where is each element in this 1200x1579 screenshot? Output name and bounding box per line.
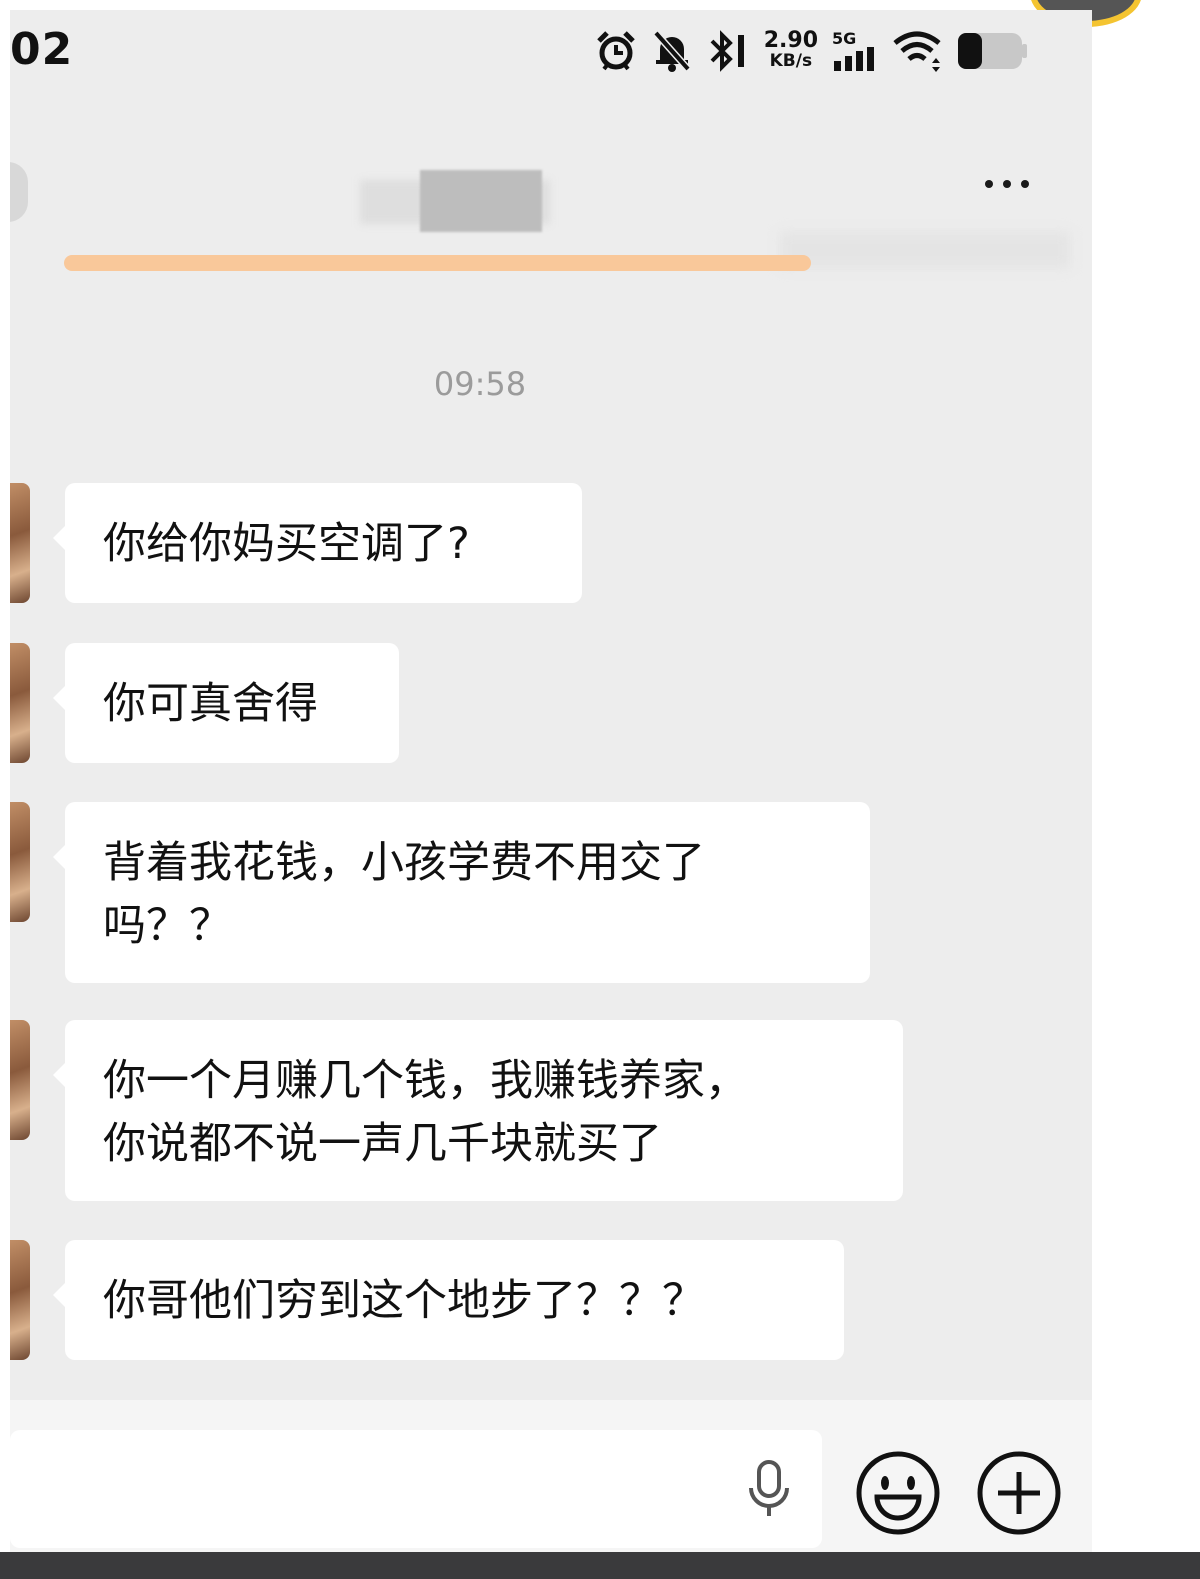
message-timestamp: 09:58 [433,365,527,403]
message-bubble[interactable]: 背着我花钱，小孩学费不用交了 吗？？ [53,802,870,983]
battery-icon [958,33,1027,69]
message-text: 你哥他们穷到这个地步了？？？ [103,1276,705,1326]
message-bubble[interactable]: 你一个月赚几个钱，我赚钱养家， 你说都不说一声几千块就买了 [53,1020,903,1201]
phone-screen: 02 2.90 KB/s 5G 09:58 你给你妈买空调了? 你可真舍得 背着… [10,10,1092,1579]
status-icons: 2.90 KB/s 5G [594,26,1028,76]
status-time: 02 [10,24,74,75]
avatar[interactable] [10,802,30,922]
network-speed-value: 2.90 [763,28,818,53]
message-bubble[interactable]: 你给你妈买空调了? [53,483,582,603]
bottom-edge [0,1552,1200,1579]
signal-indicator: 5G [832,31,878,71]
microphone-icon[interactable] [745,1460,793,1520]
message-text: 吗？？ [103,901,232,951]
network-speed-unit: KB/s [769,51,813,71]
plus-icon[interactable] [976,1450,1062,1536]
message-text: 你一个月赚几个钱，我赚钱养家， [103,1056,748,1106]
status-bar: 02 2.90 KB/s 5G [10,10,1092,90]
more-dots-icon[interactable] [972,164,1042,204]
message-bubble[interactable]: 你可真舍得 [53,643,399,763]
emoji-icon[interactable] [855,1450,941,1536]
mute-icon [653,30,691,72]
message-bubble[interactable]: 你哥他们穷到这个地步了？？？ [53,1240,844,1360]
message-text: 背着我花钱，小孩学费不用交了 [103,838,705,888]
avatar[interactable] [10,1020,30,1140]
message-text: 你说都不说一声几千块就买了 [103,1119,662,1169]
wifi-icon [893,31,941,72]
contact-name-redacted [360,150,610,232]
network-type: 5G [832,29,857,48]
avatar[interactable] [10,483,30,603]
avatar[interactable] [10,643,30,763]
alarm-icon [596,31,635,71]
message-text: 你可真舍得 [103,679,318,729]
header-shadow [780,232,1070,268]
message-text: 你给你妈买空调了? [103,519,470,569]
bluetooth-icon [710,30,744,72]
signal-icon [834,47,874,71]
orange-banner-bar [64,255,811,271]
back-button[interactable] [10,162,28,222]
avatar[interactable] [10,1240,30,1360]
network-speed: 2.90 KB/s [763,28,818,72]
message-input[interactable] [10,1430,822,1548]
